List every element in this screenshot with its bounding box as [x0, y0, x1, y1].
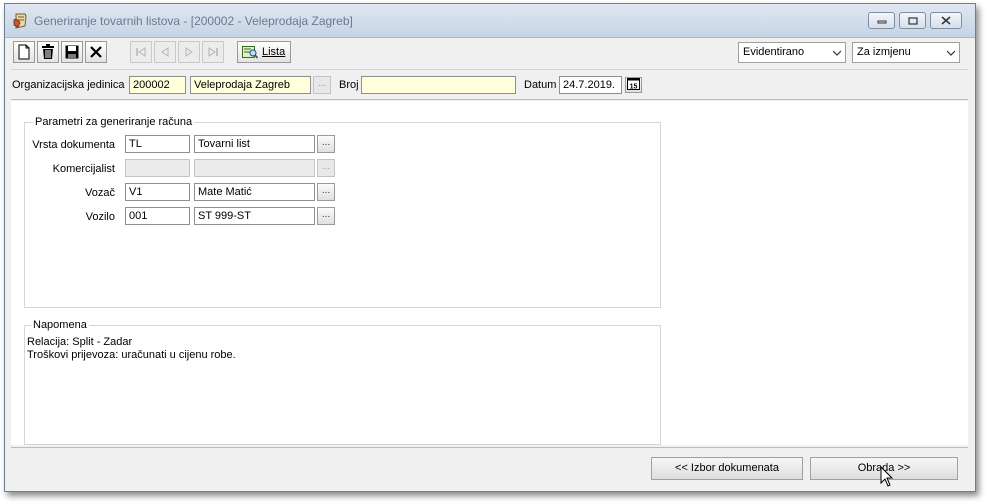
notes-group-title: Napomena: [31, 319, 89, 331]
komercijalist-label: Komercijalist: [52, 163, 115, 175]
org-lookup-button[interactable]: ...: [313, 76, 331, 94]
footer-bar: << Izbor dokumenata Obrada >>: [11, 447, 968, 488]
x-icon: [90, 46, 102, 58]
last-record-button[interactable]: [202, 41, 224, 63]
calendar-button[interactable]: 15: [625, 77, 642, 93]
first-record-icon: [136, 47, 146, 57]
broj-field[interactable]: [361, 76, 516, 94]
note-line: Relacija: Split - Zadar: [27, 336, 133, 348]
vozac-code-field[interactable]: V1: [125, 183, 190, 201]
vozilo-lookup-button[interactable]: ...: [317, 207, 335, 225]
params-group: Parametri za generiranje računa Vrsta do…: [24, 116, 661, 308]
komercijalist-lookup-button[interactable]: ...: [317, 159, 335, 177]
org-code-field[interactable]: 200002: [129, 76, 186, 94]
vozac-name-field[interactable]: Mate Matić: [194, 183, 315, 201]
vozilo-name-field[interactable]: ST 999-ST: [194, 207, 315, 225]
application-window: Generiranje tovarnih listova - [200002 -…: [4, 3, 976, 492]
chevron-down-icon: [833, 50, 841, 56]
datum-label: Datum: [524, 79, 557, 91]
previous-record-icon: [161, 47, 169, 57]
minimize-icon: [877, 20, 886, 23]
maximize-icon: [907, 16, 918, 25]
mouse-cursor-icon: [880, 466, 894, 487]
next-record-button[interactable]: [178, 41, 200, 63]
mode-select[interactable]: Za izmjenu: [852, 42, 960, 63]
vozilo-code-field[interactable]: 001: [125, 207, 190, 225]
delete-button[interactable]: [37, 41, 59, 63]
komercijalist-name-field[interactable]: [194, 159, 315, 177]
save-button[interactable]: [61, 41, 83, 63]
org-name-field[interactable]: Veleprodaja Zagreb: [190, 76, 311, 94]
lista-button[interactable]: Lista: [237, 41, 291, 63]
vozilo-label: Vozilo: [85, 211, 115, 223]
floppy-disk-icon: [65, 45, 79, 59]
main-content: Parametri za generiranje računa Vrsta do…: [11, 101, 968, 445]
minimize-button[interactable]: [868, 12, 895, 29]
svg-text:15: 15: [630, 84, 638, 91]
params-group-title: Parametri za generiranje računa: [33, 116, 195, 128]
previous-record-button[interactable]: [154, 41, 176, 63]
org-label: Organizacijska jedinica: [12, 79, 125, 91]
title-bar[interactable]: Generiranje tovarnih listova - [200002 -…: [5, 4, 975, 38]
trash-icon: [42, 44, 54, 59]
close-button[interactable]: [930, 12, 962, 29]
lista-label: Lista: [262, 46, 286, 58]
vozac-lookup-button[interactable]: ...: [317, 183, 335, 201]
vrsta-dokumenta-label: Vrsta dokumenta: [32, 139, 115, 151]
next-record-icon: [185, 47, 193, 57]
calendar-icon: 15: [627, 78, 640, 91]
broj-label: Broj: [339, 79, 359, 91]
first-record-button[interactable]: [130, 41, 152, 63]
cancel-button[interactable]: [85, 41, 107, 63]
vrsta-dokumenta-name-field[interactable]: Tovarni list: [194, 135, 315, 153]
new-document-icon: [18, 44, 30, 60]
status-select[interactable]: Evidentirano: [738, 42, 846, 63]
mode-select-value: Za izmjenu: [857, 46, 911, 58]
note-line: Troškovi prijevoza: uračunati u cijenu r…: [27, 349, 236, 361]
vrsta-dokumenta-code-field[interactable]: TL: [125, 135, 190, 153]
datum-field[interactable]: 24.7.2019.: [559, 76, 622, 94]
last-record-icon: [208, 47, 218, 57]
list-search-icon: [242, 46, 258, 59]
window-title: Generiranje tovarnih listova - [200002 -…: [34, 14, 353, 28]
komercijalist-code-field[interactable]: [125, 159, 190, 177]
notes-group[interactable]: Napomena Relacija: Split - Zadar Troškov…: [24, 319, 661, 445]
organization-bar: Organizacijska jedinica 200002 Veleproda…: [11, 71, 968, 100]
chevron-down-icon: [947, 50, 955, 56]
izbor-dokumenata-button[interactable]: << Izbor dokumenata: [651, 457, 803, 480]
status-select-value: Evidentirano: [743, 46, 805, 58]
vozac-label: Vozač: [85, 187, 115, 199]
vrsta-dokumenta-lookup-button[interactable]: ...: [317, 135, 335, 153]
close-icon: [941, 16, 951, 25]
toolbar: Lista Evidentirano Za izmjenu: [11, 39, 968, 70]
scroll-hand-icon[interactable]: [12, 12, 30, 30]
new-button[interactable]: [13, 41, 35, 63]
maximize-button[interactable]: [899, 12, 926, 29]
